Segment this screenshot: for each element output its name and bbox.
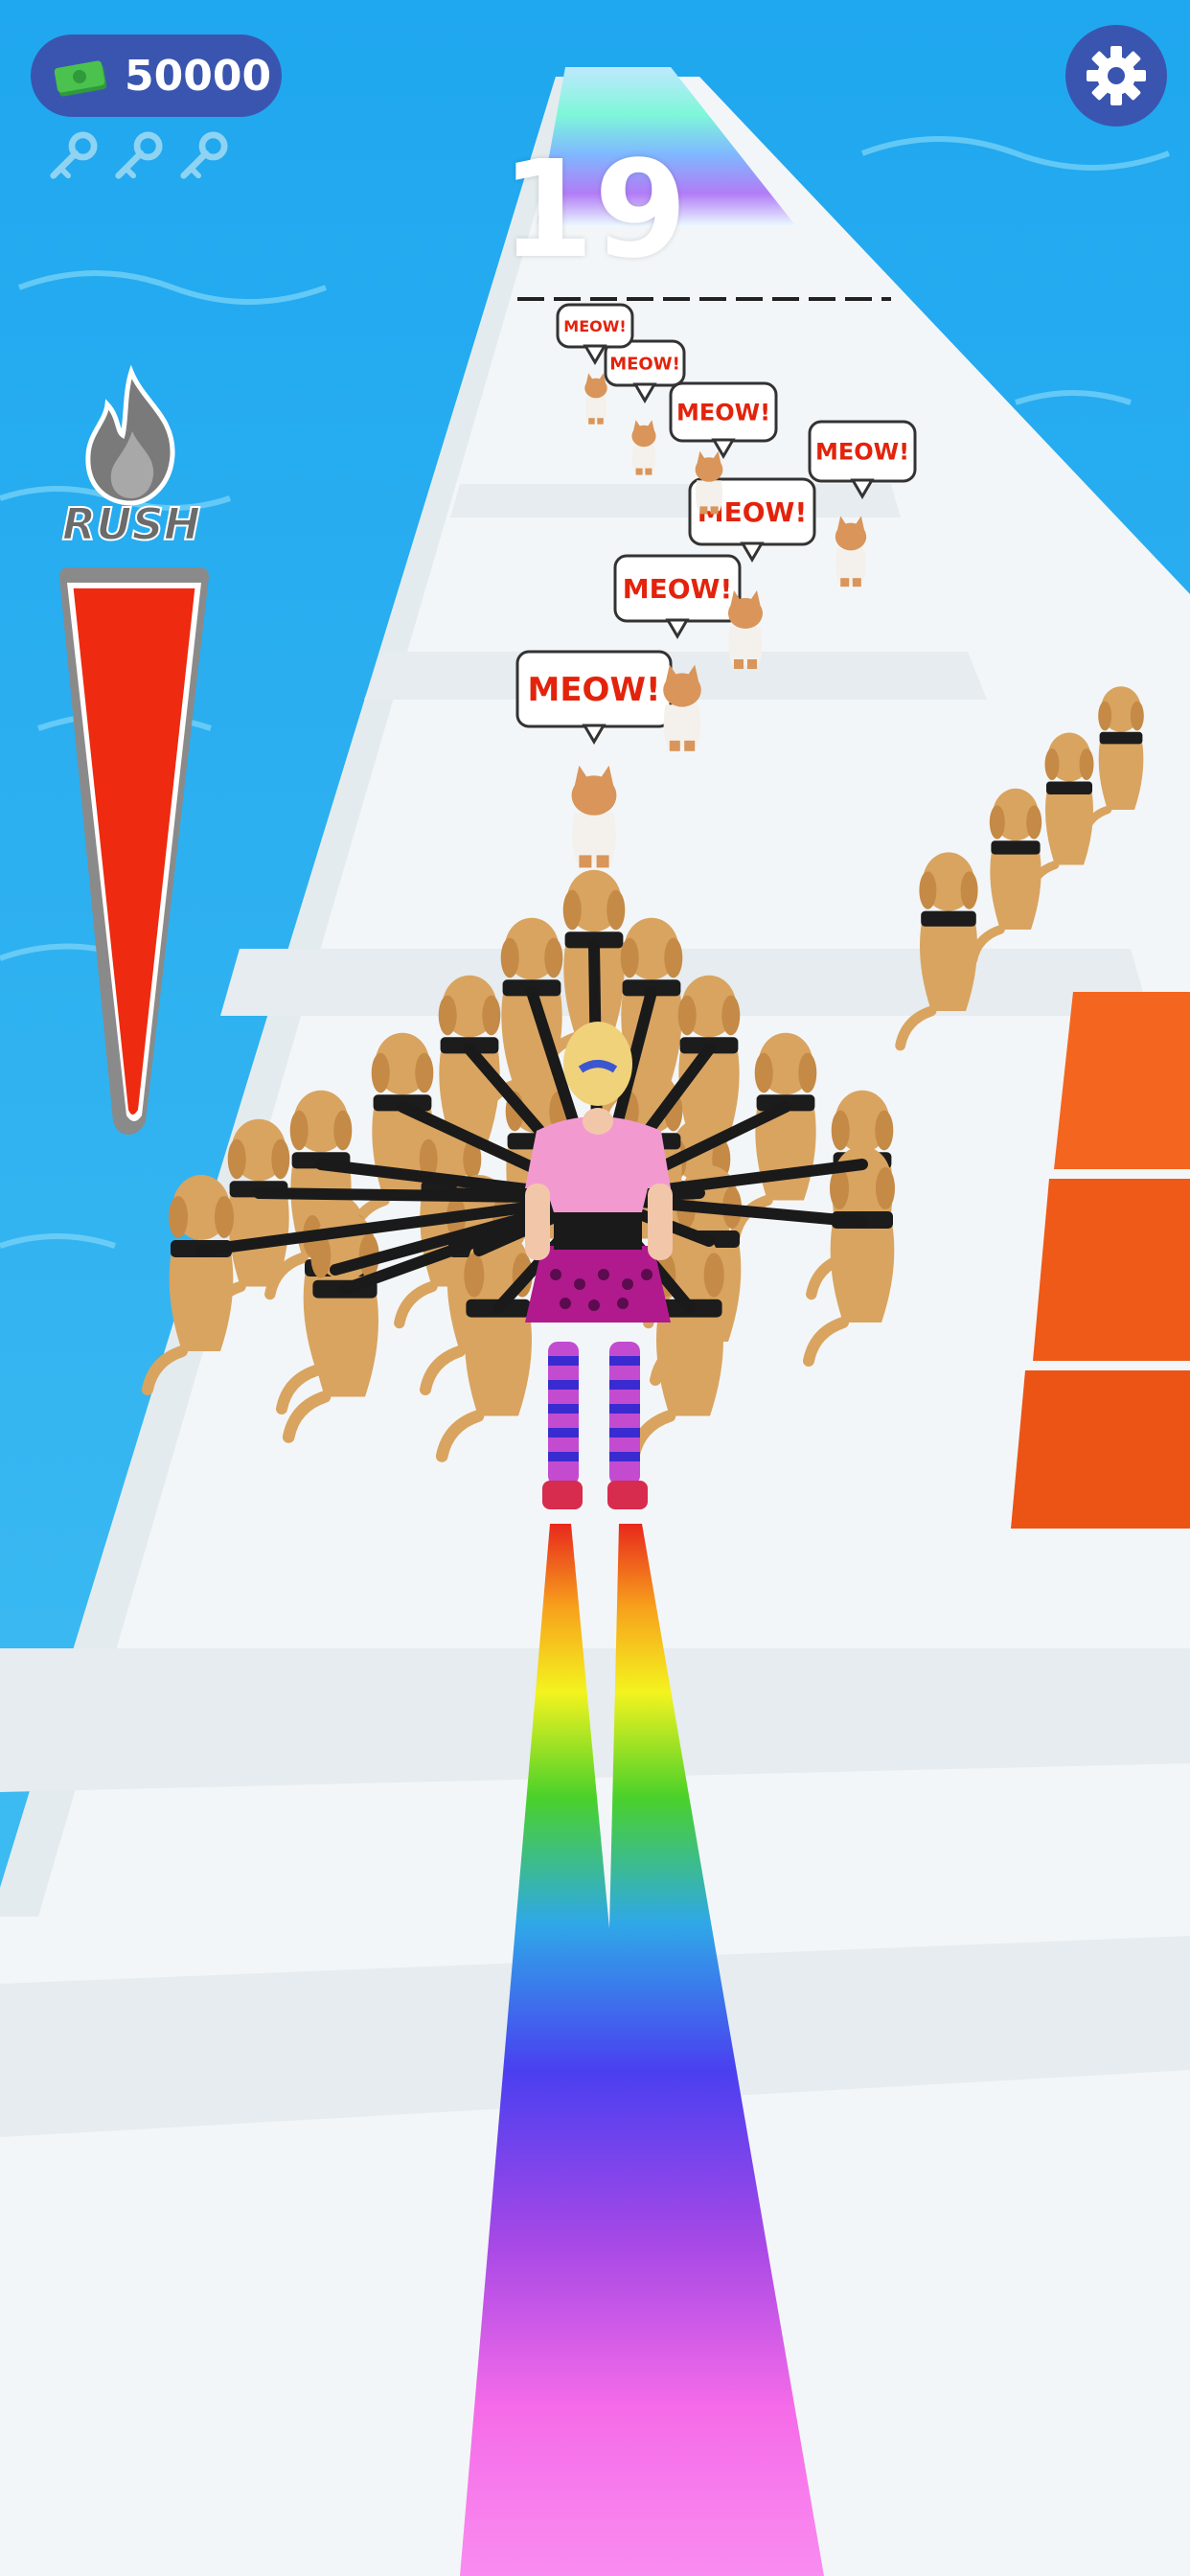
flame-icon: [85, 364, 175, 506]
meow-text: MEOW!: [528, 671, 661, 709]
meow-text: MEOW!: [676, 400, 770, 426]
cat: [663, 664, 701, 751]
cash-counter: 50000: [31, 34, 282, 117]
meow-text: MEOW!: [815, 439, 909, 466]
gear-icon: [1087, 46, 1146, 105]
key-icon: [180, 131, 228, 179]
rush-badge: RUSH: [59, 364, 203, 556]
meow-text: MEOW!: [623, 573, 732, 605]
meow-text: MEOW!: [563, 317, 626, 335]
rush-meter: [59, 567, 209, 1135]
cat: [571, 765, 617, 868]
cat: [728, 590, 763, 669]
key-icon: [115, 131, 163, 179]
key-progress: [46, 130, 228, 192]
cat: [835, 516, 867, 587]
cat: [695, 450, 723, 515]
cat: [631, 420, 656, 475]
cat: [584, 373, 607, 425]
meow-text: MEOW!: [609, 354, 680, 374]
level-number: 19: [500, 132, 688, 288]
key-icon: [50, 131, 98, 179]
rush-label-text: RUSH: [61, 497, 201, 551]
cash-icon: [54, 60, 107, 97]
cash-amount: 50000: [125, 51, 272, 101]
settings-button[interactable]: [1065, 25, 1167, 126]
